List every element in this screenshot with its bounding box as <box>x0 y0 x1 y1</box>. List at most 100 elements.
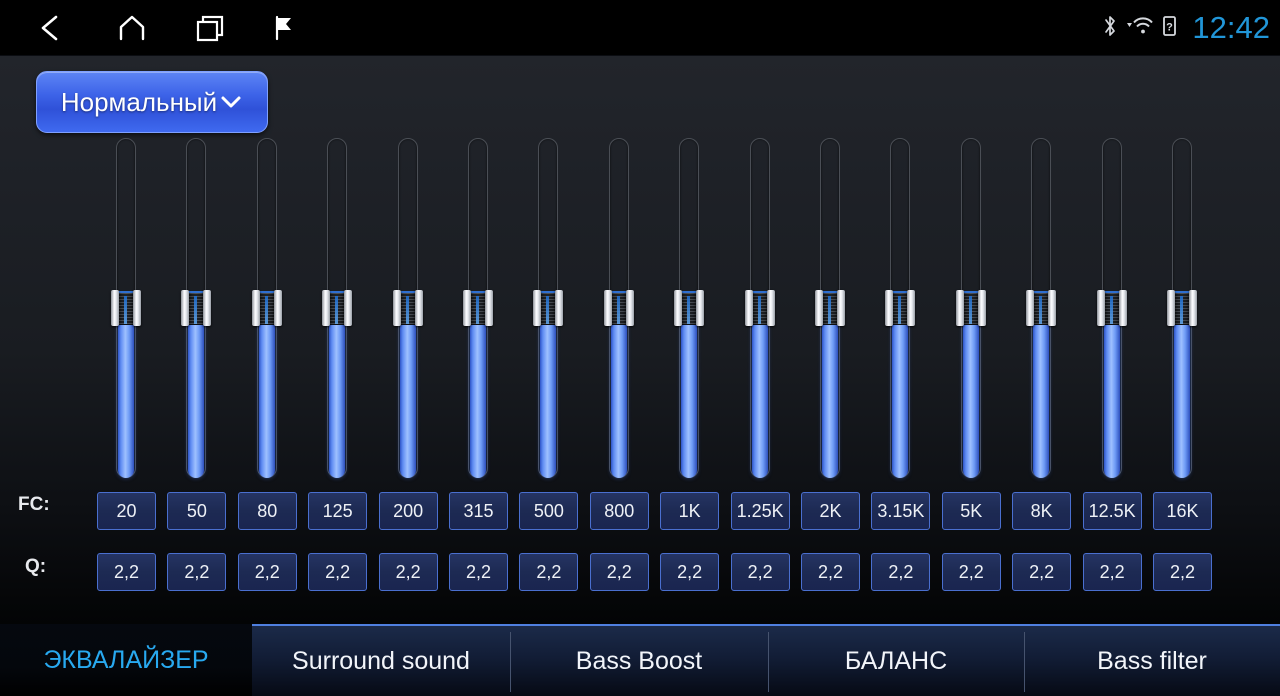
tab-4[interactable]: БАЛАНС <box>768 624 1024 696</box>
fc-value: 8K <box>1030 500 1053 521</box>
fc-value-box[interactable]: 125 <box>308 492 368 530</box>
slider-thumb[interactable] <box>674 290 705 326</box>
slider-thumb-cap-right <box>414 290 423 326</box>
slider-fill <box>751 308 768 478</box>
q-value-box[interactable]: 2,2 <box>237 553 297 591</box>
slider-fill <box>1174 308 1190 478</box>
q-value: 2,2 <box>606 561 632 582</box>
fc-value-box[interactable]: 315 <box>449 492 508 530</box>
tab-bar: ЭКВАЛАЙЗЕР Surround sound Bass Boost БАЛАНС… <box>0 624 1280 696</box>
fc-value-box[interactable]: 8K <box>1012 492 1072 530</box>
slider-thumb[interactable] <box>744 290 775 326</box>
slider-thumb[interactable] <box>181 290 212 326</box>
slider-thumb[interactable] <box>1167 290 1197 326</box>
slider-thumb[interactable] <box>603 290 634 326</box>
slider-thumb[interactable] <box>322 290 353 326</box>
band-slider[interactable] <box>815 138 845 478</box>
fc-value-box[interactable]: 12.5K <box>1082 492 1142 530</box>
band-slider[interactable] <box>181 138 212 478</box>
fc-value-box[interactable]: 3.15K <box>871 492 931 530</box>
fc-value-box[interactable]: 80 <box>237 492 297 530</box>
slider-thumb[interactable] <box>1096 290 1127 326</box>
tab-2[interactable]: Surround sound <box>252 624 510 696</box>
recents-icon[interactable] <box>178 0 242 56</box>
band-slider[interactable] <box>674 138 705 478</box>
band-slider[interactable] <box>603 138 634 478</box>
slider-thumb[interactable] <box>815 290 845 326</box>
slider-thumb[interactable] <box>533 290 564 326</box>
slider-thumb[interactable] <box>885 290 916 326</box>
q-value-box[interactable]: 2,2 <box>1153 553 1212 591</box>
slider-thumb-cap-left <box>1026 290 1035 326</box>
q-value-box[interactable]: 2,2 <box>589 553 649 591</box>
tab-5[interactable]: Bass filter <box>1024 624 1280 696</box>
fc-value-box[interactable]: 20 <box>97 492 156 530</box>
fc-value-box[interactable]: 2K <box>801 492 860 530</box>
band-slider[interactable] <box>1096 138 1127 478</box>
fc-value-box[interactable]: 5K <box>941 492 1001 530</box>
band-slider[interactable] <box>392 138 423 478</box>
q-value-box[interactable]: 2,2 <box>308 553 368 591</box>
fc-value-box[interactable]: 800 <box>589 492 649 530</box>
fc-value: 12.5K <box>1088 500 1136 521</box>
home-icon[interactable] <box>100 0 164 56</box>
q-value-box[interactable]: 2,2 <box>519 553 579 591</box>
q-value: 2,2 <box>325 561 351 582</box>
slider-thumb[interactable] <box>955 290 986 326</box>
q-value-box[interactable]: 2,2 <box>1082 553 1142 591</box>
tab-3[interactable]: Bass Boost <box>510 624 768 696</box>
slider-thumb-cap-left <box>744 290 753 326</box>
band-slider[interactable] <box>463 138 493 478</box>
band-slider[interactable] <box>955 138 986 478</box>
q-value-box[interactable]: 2,2 <box>167 553 227 591</box>
fc-value-box[interactable]: 50 <box>167 492 227 530</box>
slider-fill <box>1103 308 1120 478</box>
q-value-box[interactable]: 2,2 <box>378 553 438 591</box>
q-value-box[interactable]: 2,2 <box>801 553 860 591</box>
q-value: 2,2 <box>1029 561 1055 582</box>
slider-fill <box>610 308 627 478</box>
band-slider[interactable] <box>251 138 282 478</box>
q-value: 2,2 <box>184 561 210 582</box>
q-value: 2,2 <box>817 561 844 582</box>
slider-thumb[interactable] <box>463 290 493 326</box>
slider-thumb[interactable] <box>1026 290 1057 326</box>
slider-fill <box>329 308 346 478</box>
back-icon[interactable] <box>18 0 82 56</box>
fc-value-box[interactable]: 200 <box>378 492 438 530</box>
q-value-box[interactable]: 2,2 <box>871 553 931 591</box>
fc-value-box[interactable]: 1.25K <box>730 492 790 530</box>
fc-value-box[interactable]: 500 <box>519 492 579 530</box>
svg-text:?: ? <box>1167 21 1174 33</box>
fc-value: 200 <box>393 500 424 521</box>
band-slider[interactable] <box>885 138 916 478</box>
slider-thumb[interactable] <box>392 290 423 326</box>
q-value-box[interactable]: 2,2 <box>449 553 508 591</box>
band-slider[interactable] <box>1026 138 1057 478</box>
band-slider[interactable] <box>322 138 353 478</box>
tab-1[interactable]: ЭКВАЛАЙЗЕР <box>0 624 252 696</box>
band-slider[interactable] <box>533 138 564 478</box>
q-value-box[interactable]: 2,2 <box>941 553 1001 591</box>
q-value-box[interactable]: 2,2 <box>97 553 156 591</box>
band-slider[interactable] <box>744 138 775 478</box>
slider-thumb-cap-right <box>766 290 775 326</box>
q-value-box[interactable]: 2,2 <box>1012 553 1072 591</box>
slider-thumb[interactable] <box>251 290 282 326</box>
slider-thumb-cap-right <box>837 290 845 326</box>
q-value-box[interactable]: 2,2 <box>660 553 720 591</box>
equalizer-panel: Нормальный FC: 20 50 80 125 200 315 500 800 1K 1.… <box>0 56 1280 624</box>
q-value: 2,2 <box>677 561 703 582</box>
slider-thumb-cap-right <box>555 290 564 326</box>
flag-icon[interactable] <box>252 0 316 56</box>
slider-thumb[interactable] <box>111 290 141 326</box>
band-slider[interactable] <box>111 138 141 478</box>
slider-fill <box>399 308 416 478</box>
band-slider[interactable] <box>1167 138 1197 478</box>
fc-value-box[interactable]: 1K <box>660 492 720 530</box>
clock: 12:42 <box>1192 10 1270 45</box>
slider-fill <box>258 308 275 478</box>
fc-value-box[interactable]: 16K <box>1153 492 1212 530</box>
q-value-box[interactable]: 2,2 <box>730 553 790 591</box>
q-value: 2,2 <box>747 561 773 582</box>
